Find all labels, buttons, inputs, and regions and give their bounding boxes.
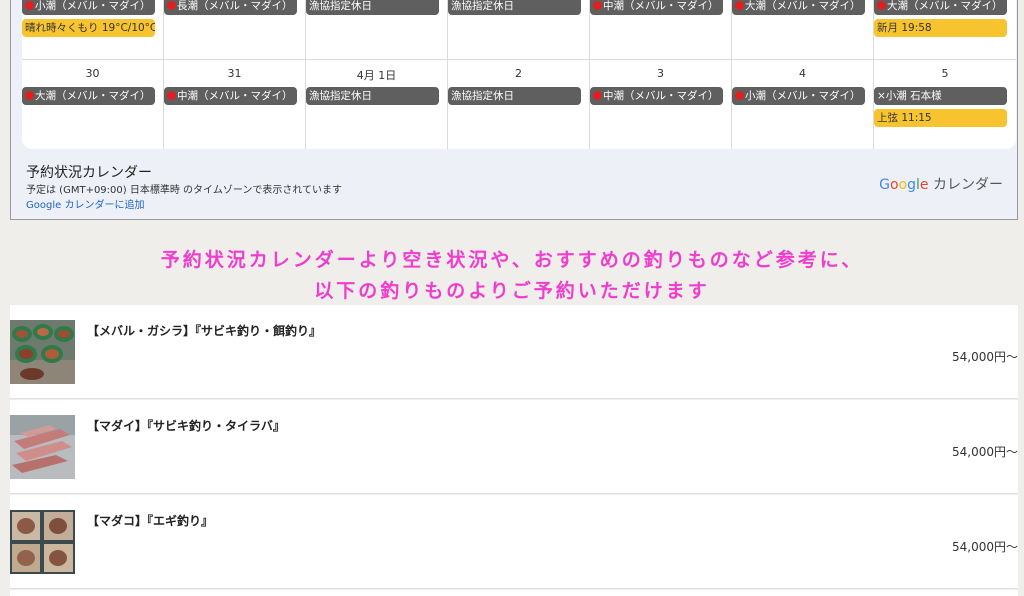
reservation-headline-line1: 予約状況カレンダーより空き状況や、おすすめの釣りものなど参考に、 bbox=[160, 249, 864, 271]
calendar-day-number[interactable]: 4 bbox=[732, 67, 873, 80]
calendar-info-chip[interactable]: 上弦 11:15 bbox=[874, 109, 1007, 127]
red-dot-icon bbox=[735, 91, 744, 100]
calendar-event-label: 中潮（メバル・マダイ） bbox=[603, 90, 719, 102]
red-dot-icon bbox=[25, 91, 34, 100]
red-dot-icon bbox=[593, 91, 602, 100]
product-price: 54,000円〜 bbox=[952, 445, 1018, 459]
calendar-event-label: 漁協指定休日 bbox=[309, 0, 372, 12]
calendar-day-number[interactable]: 3 bbox=[590, 67, 731, 80]
calendar-event-label: 中潮（メバル・マダイ） bbox=[603, 0, 719, 12]
calendar-day-number[interactable]: 2 bbox=[448, 67, 589, 80]
calendar-event-label: 漁協指定休日 bbox=[309, 90, 372, 102]
red-dot-icon bbox=[167, 1, 176, 10]
reservation-headline-line2: 以下の釣りものよりご予約いただけます bbox=[314, 280, 710, 302]
calendar-day-cell[interactable]: 長潮（メバル・マダイ） bbox=[164, 0, 306, 59]
octopus-box-photo-icon[interactable] bbox=[10, 510, 75, 574]
calendar-day-cell[interactable]: 小潮（メバル・マダイ） 晴れ時々くもり 19°C/10°C bbox=[22, 0, 164, 59]
add-to-google-calendar-link[interactable]: Google カレンダーに追加 bbox=[26, 196, 144, 211]
calendar-event-chip[interactable]: 大潮（メバル・マダイ） bbox=[874, 0, 1007, 15]
fish-basket-photo-icon[interactable] bbox=[10, 320, 75, 384]
calendar-day-cell[interactable]: 大潮（メバル・マダイ） 新月 19:58 bbox=[874, 0, 1016, 59]
red-dot-icon bbox=[593, 1, 602, 10]
calendar-event-label: 小潮（メバル・マダイ） bbox=[745, 90, 861, 102]
calendar-day-cell[interactable]: 漁協指定休日 bbox=[448, 0, 590, 59]
calendar-event-chip[interactable]: 小潮（メバル・マダイ） bbox=[22, 0, 155, 15]
calendar-event-label: 漁協指定休日 bbox=[451, 0, 514, 12]
calendar-event-chip[interactable]: 漁協指定休日 bbox=[306, 0, 439, 15]
fish-tray-photo-icon[interactable] bbox=[10, 415, 75, 479]
calendar-event-chip[interactable]: 中潮（メバル・マダイ） bbox=[590, 0, 723, 15]
calendar-title: 予約状況カレンダー bbox=[26, 165, 152, 181]
calendar-day-cell[interactable]: 4 小潮（メバル・マダイ） bbox=[732, 60, 874, 149]
calendar-day-number[interactable]: 30 bbox=[22, 67, 163, 80]
calendar-grid: 小潮（メバル・マダイ） 晴れ時々くもり 19°C/10°C 長潮（メバル・マダイ） 漁… bbox=[22, 0, 1016, 149]
calendar-info-chip[interactable]: 晴れ時々くもり 19°C/10°C bbox=[22, 19, 155, 37]
product-item[interactable]: 【メバル・ガシラ】『サビキ釣り・餌釣り』 54,000円〜 bbox=[10, 305, 1018, 399]
calendar-day-cell[interactable]: 漁協指定休日 bbox=[306, 0, 448, 59]
calendar-embed: 小潮（メバル・マダイ） 晴れ時々くもり 19°C/10°C 長潮（メバル・マダイ） 漁… bbox=[10, 0, 1018, 220]
google-logo-icon: Google bbox=[879, 177, 929, 193]
calendar-event-label: 上弦 11:15 bbox=[877, 112, 932, 124]
product-price: 54,000円〜 bbox=[952, 540, 1018, 554]
calendar-event-label: 晴れ時々くもり 19°C/10°C bbox=[25, 22, 155, 34]
product-item[interactable] bbox=[10, 590, 1018, 596]
calendar-week-row: 小潮（メバル・マダイ） 晴れ時々くもり 19°C/10°C 長潮（メバル・マダイ） 漁… bbox=[22, 0, 1016, 60]
calendar-event-label: ×小潮 石本様 bbox=[877, 90, 942, 102]
calendar-day-cell[interactable]: 3 中潮（メバル・マダイ） bbox=[590, 60, 732, 149]
calendar-event-label: 大潮（メバル・マダイ） bbox=[35, 90, 151, 102]
product-price: 54,000円〜 bbox=[952, 350, 1018, 364]
calendar-event-chip[interactable]: 中潮（メバル・マダイ） bbox=[164, 87, 297, 105]
calendar-day-number[interactable]: 31 bbox=[164, 67, 305, 80]
calendar-day-cell[interactable]: 2 漁協指定休日 bbox=[448, 60, 590, 149]
calendar-event-label: 長潮（メバル・マダイ） bbox=[177, 0, 293, 12]
calendar-event-chip[interactable]: 大潮（メバル・マダイ） bbox=[732, 0, 865, 15]
calendar-timezone-note: 予定は (GMT+09:00) 日本標準時 のタイムゾーンで表示されています bbox=[26, 185, 343, 196]
red-dot-icon bbox=[735, 1, 744, 10]
calendar-day-cell[interactable]: 4月 1日漁協指定休日 bbox=[306, 60, 448, 149]
red-dot-icon bbox=[25, 1, 34, 10]
google-calendar-logo-text: カレンダー bbox=[933, 177, 1003, 193]
product-item[interactable]: 【マダコ】『エギ釣り』 54,000円〜 bbox=[10, 495, 1018, 589]
calendar-event-label: 小潮（メバル・マダイ） bbox=[35, 0, 151, 12]
calendar-day-cell[interactable]: 大潮（メバル・マダイ） bbox=[732, 0, 874, 59]
calendar-event-chip[interactable]: 中潮（メバル・マダイ） bbox=[590, 87, 723, 105]
product-title[interactable]: 【マダコ】『エギ釣り』 bbox=[87, 512, 213, 529]
product-title[interactable]: 【マダイ】『サビキ釣り・タイラバ』 bbox=[87, 417, 285, 434]
calendar-day-number[interactable]: 5 bbox=[874, 67, 1016, 80]
calendar-event-chip[interactable]: 大潮（メバル・マダイ） bbox=[22, 87, 155, 105]
calendar-event-chip[interactable]: ×小潮 石本様 bbox=[874, 87, 1007, 105]
calendar-day-cell[interactable]: 5 ×小潮 石本様 上弦 11:15 bbox=[874, 60, 1016, 149]
calendar-event-label: 大潮（メバル・マダイ） bbox=[887, 0, 1003, 12]
calendar-day-number[interactable]: 4月 1日 bbox=[306, 67, 447, 83]
calendar-event-label: 中潮（メバル・マダイ） bbox=[177, 90, 293, 102]
calendar-event-chip[interactable]: 小潮（メバル・マダイ） bbox=[732, 87, 865, 105]
product-item[interactable]: 【マダイ】『サビキ釣り・タイラバ』 54,000円〜 bbox=[10, 400, 1018, 494]
calendar-info-chip[interactable]: 新月 19:58 bbox=[874, 19, 1007, 37]
calendar-event-label: 漁協指定休日 bbox=[451, 90, 514, 102]
calendar-event-chip[interactable]: 長潮（メバル・マダイ） bbox=[164, 0, 297, 15]
calendar-event-label: 大潮（メバル・マダイ） bbox=[745, 0, 861, 12]
red-dot-icon bbox=[167, 91, 176, 100]
red-dot-icon bbox=[877, 1, 886, 10]
calendar-event-chip[interactable]: 漁協指定休日 bbox=[448, 87, 581, 105]
calendar-week-row: 30 大潮（メバル・マダイ） 31 中潮（メバル・マダイ） 4月 1日 漁協指定休日 2 漁協… bbox=[22, 60, 1016, 149]
calendar-event-chip[interactable]: 漁協指定休日 bbox=[306, 87, 439, 105]
calendar-day-cell[interactable]: 30 大潮（メバル・マダイ） bbox=[22, 60, 164, 149]
google-calendar-logo[interactable]: Google カレンダー bbox=[879, 174, 1003, 194]
product-title[interactable]: 【メバル・ガシラ】『サビキ釣り・餌釣り』 bbox=[87, 322, 321, 339]
calendar-event-label: 新月 19:58 bbox=[877, 22, 932, 34]
calendar-event-chip[interactable]: 漁協指定休日 bbox=[448, 0, 581, 15]
calendar-day-cell[interactable]: 31 中潮（メバル・マダイ） bbox=[164, 60, 306, 149]
calendar-day-cell[interactable]: 中潮（メバル・マダイ） bbox=[590, 0, 732, 59]
